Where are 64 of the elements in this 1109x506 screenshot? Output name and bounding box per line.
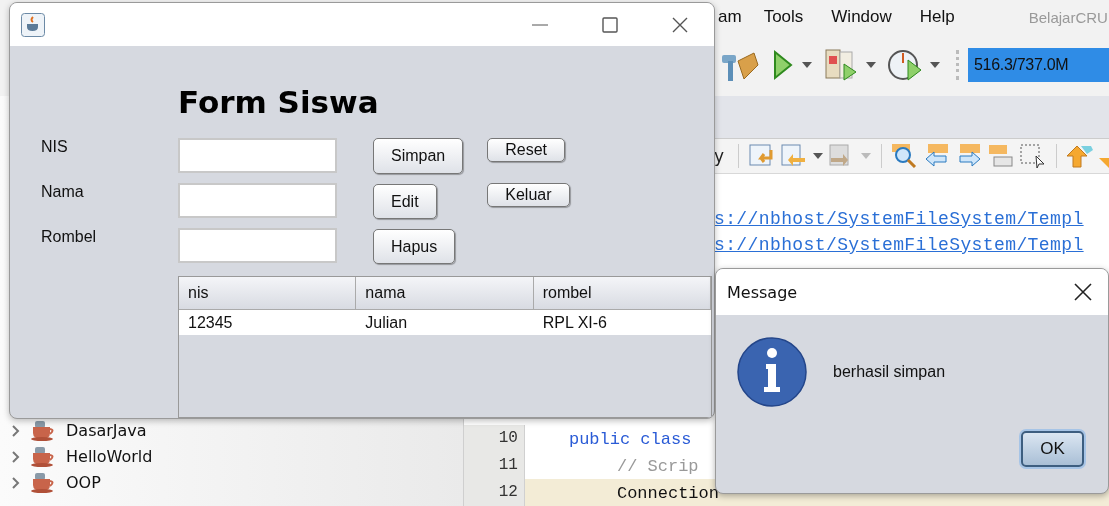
table-cell-text: RPL XI-6 [541,313,608,333]
form-button[interactable]: Reset [487,138,566,162]
close-icon[interactable] [672,16,688,33]
debug-icon[interactable] [824,48,858,82]
field-label: Rombel [41,228,97,246]
coffee-cup-icon [30,447,56,467]
menu-item[interactable]: Tools [763,7,804,27]
coffee-cup-icon [30,473,56,493]
text-field[interactable] [178,228,337,263]
dialog-message: berhasil simpan [833,363,946,381]
selection-icon[interactable] [1020,144,1046,168]
caret-icon[interactable] [813,153,823,159]
line-number: 10 [463,425,525,452]
coffee-cup-icon [21,12,45,37]
field-label: NIS [41,138,69,156]
code-line: // Scrip [616,457,699,476]
tab-label[interactable]: y [713,146,724,166]
project-item[interactable]: HelloWorld [66,448,153,466]
memory-bar[interactable]: 516.3/737.0M [968,48,1109,82]
caret-icon[interactable] [930,62,940,68]
search-icon[interactable] [892,144,918,168]
maximize-icon[interactable] [602,16,618,33]
find-next-icon[interactable] [956,144,982,168]
link[interactable]: s://nbhost/SystemFileSystem/Templ [713,208,1084,230]
line-number: 12 [463,479,525,506]
jump-back-icon[interactable] [749,144,775,168]
code-line: Connection [616,484,719,503]
run-icon[interactable] [772,49,794,81]
window-title: BelajarCRU [1028,8,1108,26]
caret-icon[interactable] [866,62,876,68]
column-header[interactable]: nama [356,277,534,309]
stopwatch-icon[interactable] [888,48,922,82]
text-field[interactable] [178,138,337,173]
form-button[interactable]: Keluar [487,183,570,207]
line-number: 11 [463,452,525,479]
menu-item[interactable]: Help [919,7,955,27]
text-field[interactable] [178,183,337,218]
coffee-cup-icon [30,421,56,441]
caret-icon [861,153,871,159]
find-previous-icon[interactable] [924,144,950,168]
link[interactable]: s://nbhost/SystemFileSystem/Templ [713,234,1084,256]
column-header[interactable]: rombel [533,277,711,309]
form-button[interactable]: Edit [373,184,437,219]
dialog-title: Message [727,282,798,302]
code-line: public class [568,430,692,449]
column-header[interactable]: nis [179,277,357,309]
menu-item[interactable]: am [718,7,742,27]
chevron-icon[interactable] [12,425,20,437]
arrow-up-icon[interactable] [1067,144,1093,168]
caret-icon[interactable] [802,62,812,68]
form-heading: Form Siswa [178,83,380,122]
chevron-icon[interactable] [12,477,20,489]
ok-button[interactable]: OK [1021,431,1084,467]
project-item[interactable]: OOP [66,474,101,492]
form-button[interactable]: Simpan [373,138,464,174]
chevron-icon[interactable] [12,451,20,463]
info-icon [737,337,807,407]
menu-item[interactable]: Window [831,7,892,27]
project-item[interactable]: DasarJava [66,422,147,440]
table-cell-text: 12345 [187,313,234,333]
form-button[interactable]: Hapus [373,229,456,264]
table-cell-text: Julian [364,313,409,333]
field-label: Nama [41,183,85,201]
close-icon[interactable] [1074,283,1092,301]
